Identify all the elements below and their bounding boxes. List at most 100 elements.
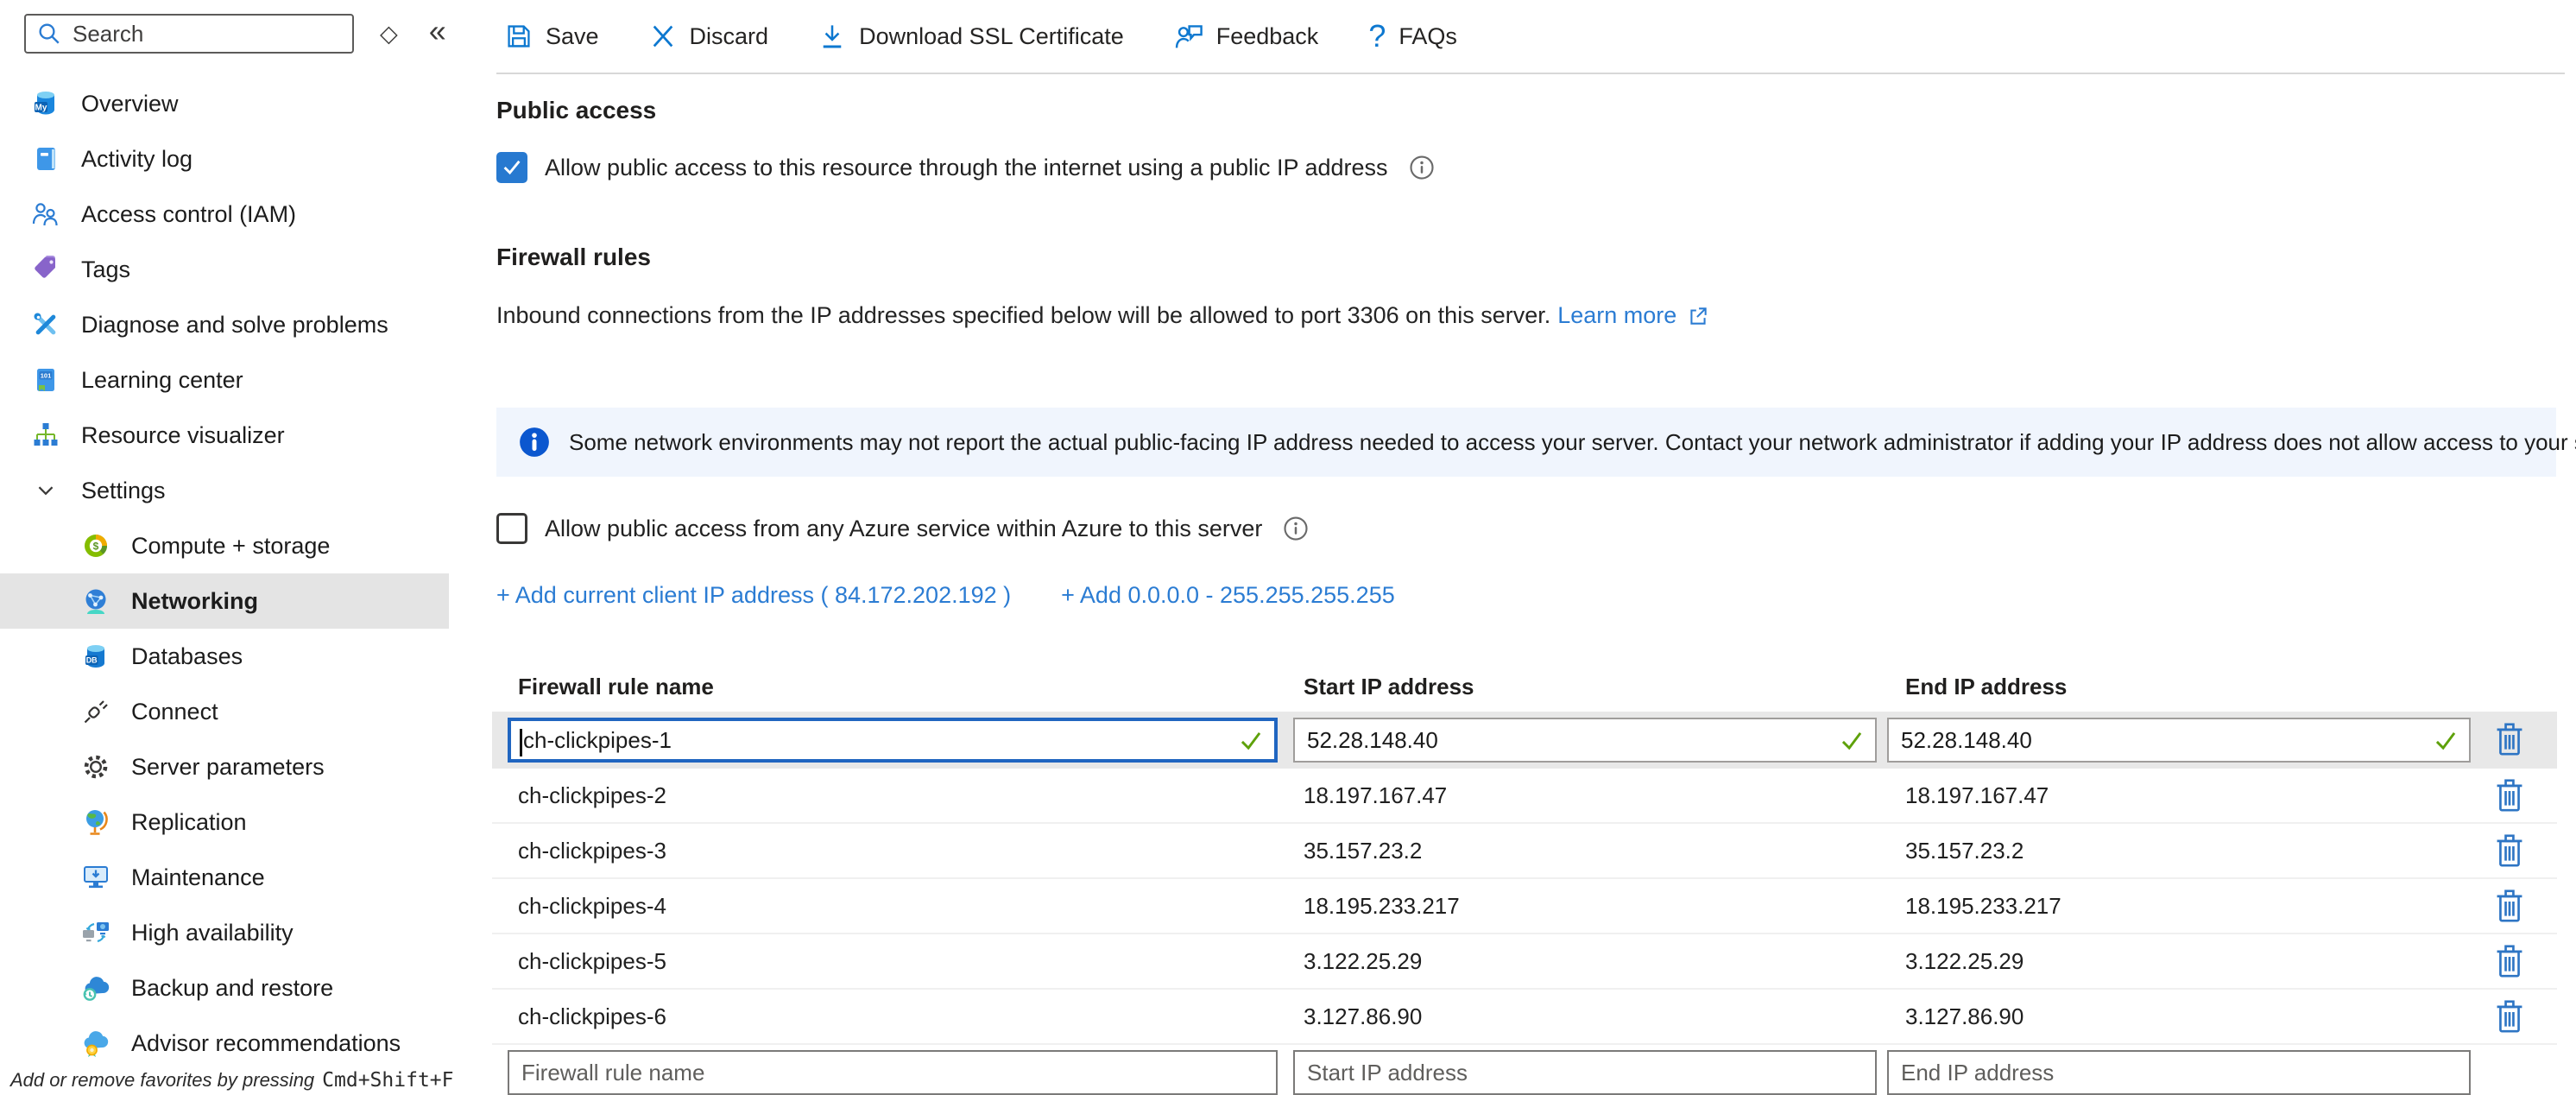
- start-ip-cell: 3.122.25.29: [1304, 948, 1905, 975]
- delete-rule-button[interactable]: [2495, 778, 2557, 813]
- sidebar: ◇ « My Overview Activity log Access: [0, 0, 470, 1095]
- new-start-ip-field: [1293, 1050, 1877, 1095]
- collapse-sidebar-icon[interactable]: «: [429, 16, 446, 47]
- network-info-text: Some network environments may not report…: [569, 429, 2576, 456]
- diamond-icon[interactable]: ◇: [380, 22, 398, 46]
- favorites-hint: Add or remove favorites by pressing Cmd+S…: [10, 1069, 454, 1092]
- start-ip-cell: 18.195.233.217: [1304, 893, 1905, 920]
- azure-networking-page: ◇ « My Overview Activity log Access: [0, 0, 2576, 1095]
- table-row: ch-clickpipes-4 18.195.233.217 18.195.23…: [492, 879, 2557, 934]
- gear-icon: [79, 750, 112, 783]
- sidebar-item-label: Resource visualizer: [81, 422, 285, 449]
- sidebar-item-access-control[interactable]: Access control (IAM): [0, 187, 449, 242]
- azure-services-checkbox[interactable]: [496, 513, 527, 544]
- end-ip-cell: 3.127.86.90: [1905, 1003, 2495, 1030]
- azure-services-checkbox-label: Allow public access from any Azure servi…: [545, 516, 1262, 542]
- favorites-hint-text: Add or remove favorites by pressing: [10, 1069, 314, 1091]
- info-icon[interactable]: [1283, 516, 1309, 541]
- delete-rule-button[interactable]: [2495, 944, 2557, 978]
- start-ip-field: [1293, 718, 1877, 763]
- sidebar-item-compute-storage[interactable]: $ Compute + storage: [0, 518, 449, 573]
- table-row: ch-clickpipes-2 18.197.167.47 18.197.167…: [492, 769, 2557, 824]
- info-icon[interactable]: [1409, 155, 1435, 180]
- delete-rule-button[interactable]: [2495, 722, 2524, 756]
- download-ssl-label: Download SSL Certificate: [859, 23, 1124, 50]
- save-label: Save: [546, 23, 599, 50]
- sidebar-item-diagnose[interactable]: Diagnose and solve problems: [0, 297, 449, 352]
- databases-icon: DB: [79, 640, 112, 673]
- column-header-name: Firewall rule name: [518, 674, 1304, 700]
- rule-name-cell: ch-clickpipes-4: [518, 893, 1304, 920]
- search-input[interactable]: [71, 20, 342, 48]
- sidebar-group-settings[interactable]: Settings: [0, 463, 449, 518]
- table-row: ch-clickpipes-5 3.122.25.29 3.122.25.29: [492, 934, 2557, 990]
- new-start-ip-input[interactable]: [1295, 1060, 1875, 1086]
- sidebar-item-label: High availability: [131, 920, 294, 946]
- sidebar-item-maintenance[interactable]: Maintenance: [0, 850, 449, 905]
- download-ssl-certificate-button[interactable]: Download SSL Certificate: [818, 22, 1124, 50]
- sidebar-item-high-availability[interactable]: High availability: [0, 905, 449, 960]
- new-rule-name-input[interactable]: [509, 1060, 1276, 1086]
- sidebar-item-label: Activity log: [81, 146, 193, 173]
- rule-name-cell: ch-clickpipes-5: [518, 948, 1304, 975]
- text-caret: [520, 729, 522, 756]
- access-control-icon: [29, 198, 62, 231]
- sidebar-item-learning-center[interactable]: 101 Learning center: [0, 352, 449, 408]
- column-header-end-ip: End IP address: [1905, 674, 2495, 700]
- end-ip-input[interactable]: [1889, 727, 2434, 754]
- start-ip-input[interactable]: [1295, 727, 1840, 754]
- sidebar-item-activity-log[interactable]: Activity log: [0, 131, 449, 187]
- sidebar-item-label: Maintenance: [131, 864, 265, 891]
- rule-name-field: [508, 718, 1278, 763]
- delete-rule-button[interactable]: [2495, 889, 2557, 923]
- feedback-button[interactable]: Feedback: [1174, 22, 1319, 51]
- sidebar-item-overview[interactable]: My Overview: [0, 76, 449, 131]
- rule-name-cell: ch-clickpipes-6: [518, 1003, 1304, 1030]
- sidebar-item-server-parameters[interactable]: Server parameters: [0, 739, 449, 794]
- discard-x-icon: [649, 22, 677, 50]
- faqs-button[interactable]: ? FAQs: [1368, 21, 1457, 52]
- toolbar-divider: [496, 73, 2565, 74]
- sidebar-item-advisor-recommendations[interactable]: Advisor recommendations: [0, 1016, 449, 1071]
- sidebar-group-label: Settings: [81, 478, 166, 504]
- sidebar-item-label: Databases: [131, 643, 243, 670]
- favorites-hint-keys: Cmd+Shift+F: [322, 1069, 453, 1092]
- new-rule-row: [492, 1050, 2557, 1095]
- maintenance-monitor-icon: [79, 861, 112, 894]
- svg-text:101: 101: [41, 372, 52, 380]
- sidebar-item-replication[interactable]: Replication: [0, 794, 449, 850]
- activity-log-icon: [29, 142, 62, 175]
- diagnose-tools-icon: [29, 308, 62, 341]
- discard-button[interactable]: Discard: [649, 22, 769, 50]
- public-access-checkbox[interactable]: [496, 152, 527, 183]
- learn-more-link[interactable]: Learn more: [1557, 302, 1676, 329]
- sidebar-item-label: Networking: [131, 588, 258, 615]
- new-end-ip-input[interactable]: [1889, 1060, 2469, 1086]
- save-button[interactable]: Save: [505, 22, 599, 50]
- valid-check-icon: [1840, 731, 1863, 750]
- add-ip-links: + Add current client IP address ( 84.172…: [496, 582, 1395, 609]
- high-availability-icon: [79, 916, 112, 949]
- sidebar-item-resource-visualizer[interactable]: Resource visualizer: [0, 408, 449, 463]
- tag-icon: [29, 253, 62, 286]
- sidebar-item-label: Advisor recommendations: [131, 1030, 401, 1057]
- add-client-ip-link[interactable]: + Add current client IP address ( 84.172…: [496, 582, 1011, 609]
- delete-rule-button[interactable]: [2495, 833, 2557, 868]
- sidebar-item-databases[interactable]: DB Databases: [0, 629, 449, 684]
- sidebar-item-tags[interactable]: Tags: [0, 242, 449, 297]
- sidebar-item-label: Compute + storage: [131, 533, 330, 560]
- command-bar: Save Discard Download SSL Certificate Fe…: [505, 12, 1457, 60]
- learning-center-icon: 101: [29, 364, 62, 396]
- search-box[interactable]: [24, 14, 354, 54]
- sidebar-item-label: Tags: [81, 256, 130, 283]
- delete-rule-button[interactable]: [2495, 999, 2557, 1034]
- sidebar-item-label: Backup and restore: [131, 975, 333, 1002]
- rule-name-input[interactable]: [511, 727, 1240, 754]
- sidebar-item-label: Learning center: [81, 367, 243, 394]
- sidebar-item-connect[interactable]: Connect: [0, 684, 449, 739]
- add-any-ip-link[interactable]: + Add 0.0.0.0 - 255.255.255.255: [1061, 582, 1395, 609]
- new-end-ip-field: [1887, 1050, 2471, 1095]
- sidebar-item-networking[interactable]: Networking: [0, 573, 449, 629]
- table-row: ch-clickpipes-6 3.127.86.90 3.127.86.90: [492, 990, 2557, 1045]
- sidebar-item-backup-restore[interactable]: Backup and restore: [0, 960, 449, 1016]
